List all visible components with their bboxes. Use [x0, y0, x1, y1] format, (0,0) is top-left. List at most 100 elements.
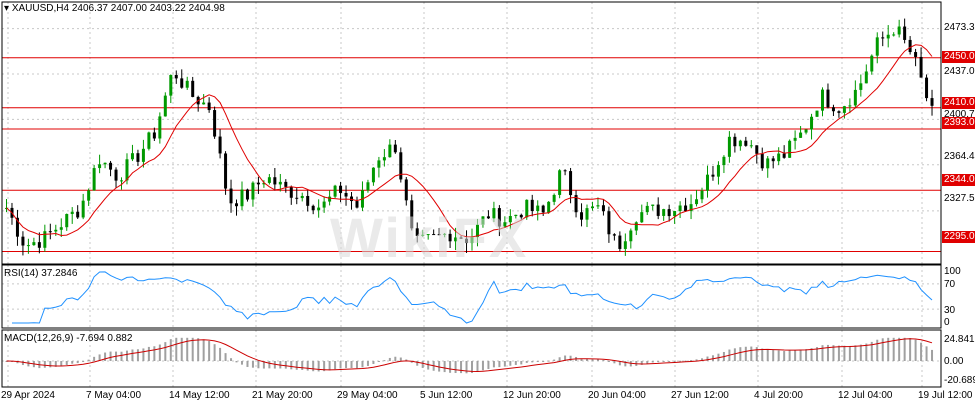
macd-histogram-bar — [224, 353, 227, 361]
watermark: WikiFX — [330, 206, 529, 269]
macd-histogram-bar — [175, 337, 178, 361]
candle-body — [404, 179, 408, 201]
candle-body — [547, 201, 551, 213]
candle-body — [919, 56, 923, 78]
macd-histogram-bar — [240, 361, 243, 365]
level-tag-2410[interactable]: 2410.00 — [942, 97, 975, 109]
trading-chart[interactable] — [0, 0, 975, 405]
macd-histogram-bar — [43, 361, 46, 368]
candle-body — [322, 201, 326, 208]
candle-body — [684, 205, 688, 212]
macd-axis-label: -20.689 — [944, 375, 975, 386]
macd-histogram-bar — [848, 345, 851, 361]
macd-histogram-bar — [761, 348, 764, 361]
candle-body — [76, 211, 80, 218]
macd-histogram-bar — [690, 360, 693, 362]
macd-histogram-bar — [520, 361, 523, 365]
rsi-panel — [2, 271, 941, 324]
ohlc-values: 2406.37 2407.00 2403.22 2404.98 — [71, 3, 225, 14]
macd-histogram-bar — [920, 342, 923, 361]
macd-histogram-bar — [290, 361, 293, 370]
macd-histogram-bar — [312, 361, 315, 372]
level-tag-2295[interactable]: 2295.00 — [942, 231, 975, 243]
macd-histogram-bar — [246, 361, 249, 367]
candle-body — [815, 110, 819, 117]
candle-body — [147, 132, 151, 149]
macd-histogram-bar — [531, 361, 534, 363]
candle-body — [662, 209, 666, 216]
macd-histogram-bar — [208, 341, 211, 361]
candle-body — [284, 181, 288, 187]
macd-histogram-bar — [657, 361, 660, 363]
macd-histogram-bar — [744, 346, 747, 361]
candle-body — [350, 196, 354, 202]
macd-histogram-bar — [706, 356, 709, 361]
macd-histogram-bar — [925, 346, 928, 361]
price-axis-label: 2327.55 — [944, 193, 975, 204]
candle-body — [295, 197, 299, 199]
macd-histogram-bar — [350, 361, 353, 369]
candle-body — [191, 80, 195, 97]
macd-histogram-bar — [268, 361, 271, 369]
macd-histogram-bar — [366, 361, 369, 366]
level-tag-2393[interactable]: 2393.00 — [942, 117, 975, 129]
candle-body — [612, 234, 616, 236]
candle-body — [590, 206, 594, 209]
candle-body — [853, 89, 857, 106]
macd-histogram-bar — [481, 361, 484, 371]
candle-body — [169, 75, 173, 96]
macd-histogram-bar — [65, 361, 68, 365]
candle-body — [908, 39, 912, 53]
candle-body — [777, 153, 781, 162]
chart-grid — [2, 2, 941, 387]
candle-body — [552, 194, 556, 202]
candle-body — [842, 106, 846, 113]
macd-histogram-bar — [345, 361, 348, 369]
macd-histogram-bar — [903, 337, 906, 361]
candle-body — [98, 164, 102, 169]
candle-body — [678, 205, 682, 212]
candle-body — [848, 105, 852, 107]
candle-body — [656, 204, 660, 216]
macd-histogram-bar — [158, 344, 161, 361]
candle-body — [300, 195, 304, 199]
price-axis-label: 2364.40 — [944, 151, 975, 162]
symbol-toggle-icon[interactable]: ▾ — [4, 3, 9, 14]
macd-histogram-bar — [399, 357, 402, 361]
candle-body — [667, 209, 671, 217]
candle-body — [59, 227, 63, 230]
candle-body — [136, 153, 140, 162]
macd-histogram-bar — [131, 349, 134, 361]
candle-body — [859, 83, 863, 90]
level-tag-2450[interactable]: 2450.00 — [942, 51, 975, 63]
macd-histogram-bar — [892, 337, 895, 361]
candle-body — [596, 205, 600, 207]
candle-body — [130, 153, 134, 160]
macd-histogram-bar — [284, 361, 287, 369]
candle-body — [180, 78, 184, 88]
candle-body — [695, 199, 699, 205]
candle-body — [109, 162, 113, 170]
macd-histogram-bar — [498, 361, 501, 368]
candle-body — [366, 182, 370, 191]
candle-body — [26, 245, 30, 247]
macd-title: MACD(12,26,9) -7.694 0.882 — [4, 333, 133, 344]
candle-body — [278, 181, 282, 185]
level-tag-2344[interactable]: 2344.00 — [942, 174, 975, 186]
macd-histogram-bar — [821, 345, 824, 361]
candle-body — [804, 129, 808, 133]
candle-body — [81, 200, 85, 218]
candle-body — [711, 174, 715, 177]
rsi-axis-label: 100 — [944, 266, 961, 277]
candle-body — [213, 110, 217, 137]
candle-body — [399, 152, 403, 180]
macd-histogram-bar — [783, 351, 786, 361]
candle-body — [339, 185, 343, 193]
candle-body — [103, 162, 107, 165]
date-axis-label: 19 Jul 12:00 — [918, 390, 973, 401]
candle-body — [607, 211, 611, 235]
macd-histogram-bar — [492, 361, 495, 368]
candle-body — [760, 153, 764, 169]
date-axis-label: 5 Jun 12:00 — [420, 390, 473, 401]
symbol-label: XAUUSD,H4 — [11, 3, 70, 14]
